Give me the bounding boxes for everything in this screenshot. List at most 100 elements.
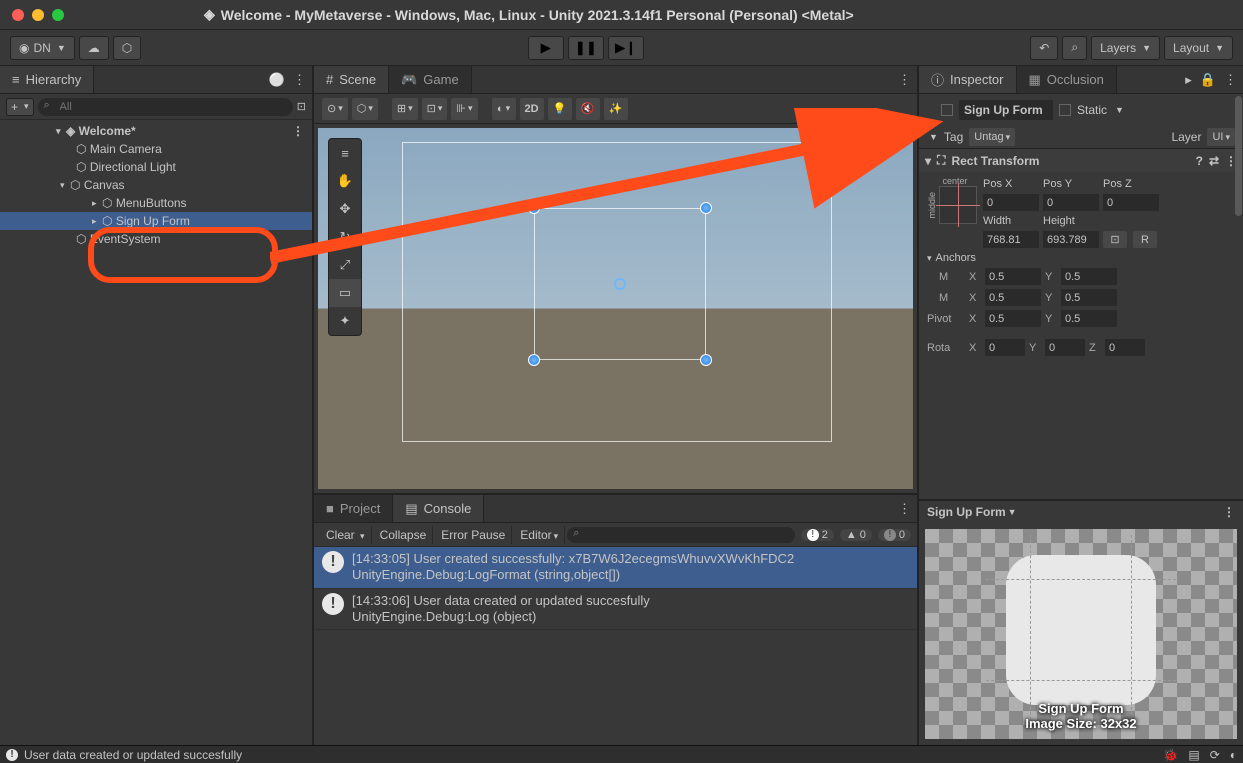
- tab-hierarchy[interactable]: ≡ Hierarchy: [0, 66, 94, 93]
- expand-arrow-icon[interactable]: ▾: [925, 154, 931, 168]
- height-input[interactable]: [1043, 231, 1099, 248]
- expand-arrow-icon[interactable]: ▾: [56, 126, 66, 137]
- menu-icon[interactable]: ⋮: [292, 124, 304, 138]
- static-checkbox[interactable]: [1059, 104, 1071, 116]
- posz-input[interactable]: [1103, 194, 1159, 211]
- tab-scene[interactable]: #Scene: [314, 66, 389, 93]
- play-button[interactable]: ▶: [528, 36, 564, 60]
- 2d-toggle[interactable]: 2D: [520, 98, 544, 120]
- space-button[interactable]: ⬡▾: [352, 98, 378, 120]
- menu-icon[interactable]: ⋮: [1224, 72, 1237, 88]
- rot-y-input[interactable]: [1045, 339, 1085, 356]
- hierarchy-item[interactable]: ⬡ Directional Light: [0, 158, 312, 176]
- hand-tool[interactable]: ✋: [329, 167, 361, 195]
- rect-tool[interactable]: ▭: [329, 279, 361, 307]
- width-input[interactable]: [983, 231, 1039, 248]
- cloud-button[interactable]: ☁: [79, 36, 109, 60]
- pivot-y-input[interactable]: [1061, 310, 1117, 327]
- warning-badge[interactable]: ▲0: [840, 529, 872, 541]
- preset-icon[interactable]: ⇄: [1209, 154, 1219, 168]
- tab-console[interactable]: ▤Console: [393, 495, 484, 522]
- menu-icon[interactable]: ⋮: [898, 501, 911, 517]
- handle-tl[interactable]: [528, 202, 540, 214]
- layers-dropdown[interactable]: Layers▼: [1091, 36, 1160, 60]
- info-badge[interactable]: !2: [801, 529, 834, 541]
- active-checkbox[interactable]: [941, 104, 953, 116]
- posy-input[interactable]: [1043, 194, 1099, 211]
- console-entry[interactable]: ! [14:33:05] User created successfully: …: [314, 547, 917, 589]
- search-button[interactable]: ⌕: [1062, 36, 1087, 60]
- handle-center[interactable]: [614, 278, 626, 290]
- rotate-tool[interactable]: ↻: [329, 223, 361, 251]
- handle-tr[interactable]: [700, 202, 712, 214]
- anchor-min-x-input[interactable]: [985, 268, 1041, 285]
- create-button[interactable]: +▾: [6, 98, 34, 116]
- hierarchy-item[interactable]: ▾⬡ Canvas: [0, 176, 312, 194]
- blueprint-button[interactable]: ⊡: [1103, 231, 1127, 248]
- lock-icon[interactable]: ⚪: [269, 72, 285, 88]
- tab-project[interactable]: ■Project: [314, 495, 393, 522]
- menu-icon[interactable]: ⋮: [293, 72, 306, 88]
- scene-viewport[interactable]: ≡ ✋ ✥ ↻ ⤢ ▭ ✦: [318, 128, 913, 489]
- lock-icon[interactable]: 🔒: [1200, 72, 1216, 88]
- scene-row[interactable]: ▾ ◈ Welcome* ⋮: [0, 122, 312, 140]
- tab-game[interactable]: 🎮Game: [389, 66, 472, 93]
- expand-icon[interactable]: ▸: [1185, 72, 1192, 88]
- pivot-button[interactable]: ⊙▾: [322, 98, 348, 120]
- expand-arrow-icon[interactable]: ▸: [92, 198, 102, 209]
- cache-icon[interactable]: ⟳: [1210, 748, 1220, 762]
- tab-inspector[interactable]: ⓘInspector: [919, 66, 1017, 93]
- error-pause-toggle[interactable]: Error Pause: [435, 526, 512, 544]
- effects-toggle[interactable]: ✨: [604, 98, 628, 120]
- shading-button[interactable]: ◐▾: [492, 98, 516, 120]
- chevron-down-icon[interactable]: ▼: [929, 132, 938, 142]
- menu-icon[interactable]: ⋮: [1223, 505, 1235, 519]
- grid-settings-button[interactable]: ⊞▾: [392, 98, 418, 120]
- activity-icon[interactable]: ▤: [1188, 748, 1199, 762]
- undo-history-button[interactable]: ↶: [1030, 36, 1058, 60]
- layer-dropdown[interactable]: UI▾: [1207, 128, 1235, 146]
- close-window-button[interactable]: [12, 9, 24, 21]
- account-button[interactable]: ◉ DN ▼: [10, 36, 75, 60]
- console-search-input[interactable]: [567, 527, 795, 543]
- scale-tool[interactable]: ⤢: [329, 251, 361, 279]
- increment-button[interactable]: ⊪▾: [451, 98, 477, 120]
- hierarchy-search-input[interactable]: [38, 98, 293, 116]
- posx-input[interactable]: [983, 194, 1039, 211]
- handle-br[interactable]: [700, 354, 712, 366]
- lighting-toggle[interactable]: 💡: [548, 98, 572, 120]
- transform-tool[interactable]: ✦: [329, 307, 361, 335]
- preview-header[interactable]: Sign Up Form ▼ ⋮: [919, 501, 1243, 523]
- rot-z-input[interactable]: [1105, 339, 1145, 356]
- anchor-min-y-input[interactable]: [1061, 268, 1117, 285]
- collapse-toggle[interactable]: Collapse: [374, 526, 434, 544]
- hierarchy-item[interactable]: ▸⬡ MenuButtons: [0, 194, 312, 212]
- move-tool[interactable]: ✥: [329, 195, 361, 223]
- pause-button[interactable]: ❚❚: [568, 36, 604, 60]
- gameobject-name-input[interactable]: [959, 100, 1053, 120]
- audio-toggle[interactable]: 🔇: [576, 98, 600, 120]
- handle-bl[interactable]: [528, 354, 540, 366]
- tab-occlusion[interactable]: ▦Occlusion: [1017, 66, 1117, 93]
- rot-x-input[interactable]: [985, 339, 1025, 356]
- expand-arrow-icon[interactable]: ▾: [927, 253, 932, 264]
- expand-arrow-icon[interactable]: ▸: [92, 216, 102, 227]
- expand-arrow-icon[interactable]: ▾: [60, 180, 70, 191]
- minimize-window-button[interactable]: [32, 9, 44, 21]
- layout-dropdown[interactable]: Layout▼: [1164, 36, 1233, 60]
- help-icon[interactable]: ?: [1196, 154, 1203, 168]
- chevron-down-icon[interactable]: ▼: [1115, 105, 1124, 115]
- anchor-max-y-input[interactable]: [1061, 289, 1117, 306]
- debug-icon[interactable]: 🐞: [1163, 748, 1178, 762]
- console-entries[interactable]: ! [14:33:05] User created successfully: …: [314, 547, 917, 745]
- progress-icon[interactable]: ◐: [1230, 748, 1237, 762]
- console-entry[interactable]: ! [14:33:06] User data created or update…: [314, 589, 917, 631]
- hierarchy-item[interactable]: ⬡ Main Camera: [0, 140, 312, 158]
- step-button[interactable]: ▶❙: [608, 36, 644, 60]
- inspector-scrollbar[interactable]: [1235, 96, 1242, 216]
- pivot-x-input[interactable]: [985, 310, 1041, 327]
- clear-button[interactable]: Clear ▾: [320, 526, 372, 544]
- drag-handle[interactable]: ≡: [329, 139, 361, 167]
- snap-button[interactable]: ⊡▾: [422, 98, 448, 120]
- maximize-window-button[interactable]: [52, 9, 64, 21]
